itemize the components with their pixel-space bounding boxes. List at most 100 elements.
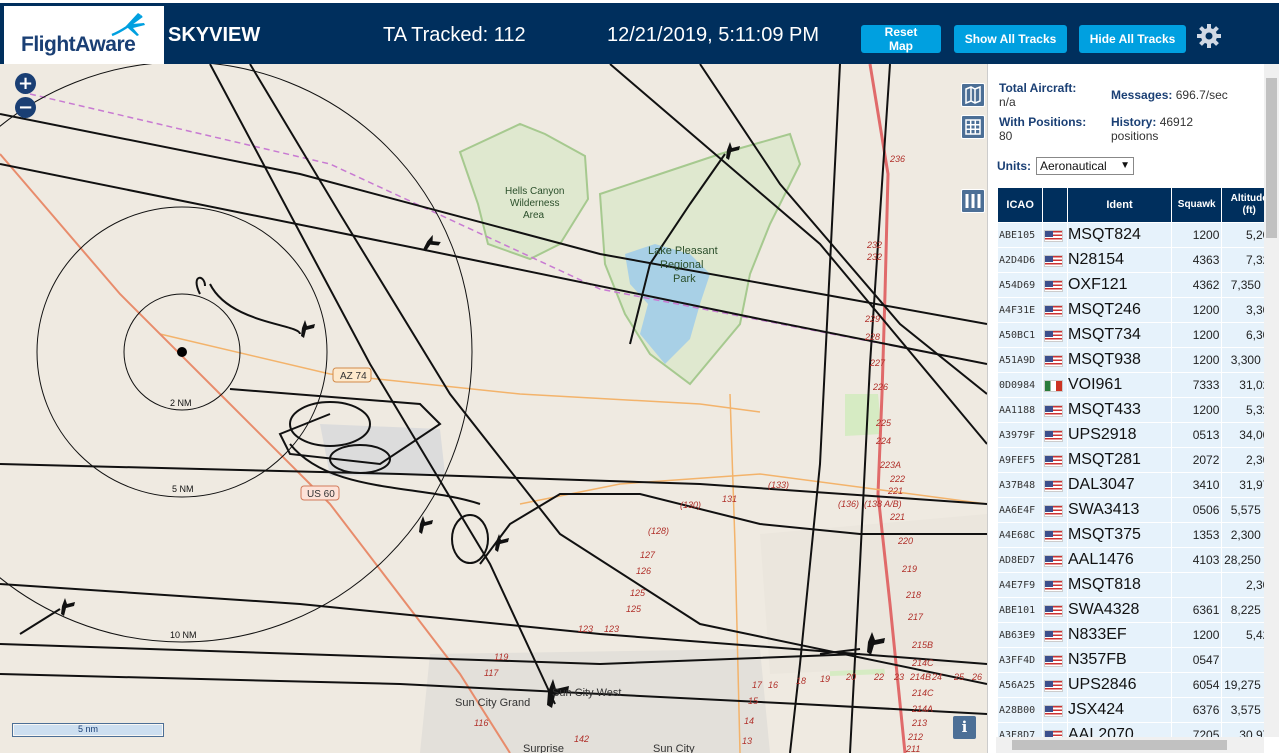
- aircraft-altitude: 34,000: [1222, 423, 1264, 447]
- table-row[interactable]: A9FEF5 MSQT28120722,300: [998, 448, 1264, 472]
- svg-text:214C: 214C: [911, 658, 934, 668]
- svg-text:212: 212: [907, 732, 923, 742]
- column-header-icao[interactable]: ICAO: [998, 188, 1043, 222]
- table-row[interactable]: A37B48 DAL3047341031,975: [998, 473, 1264, 497]
- aircraft-table-container[interactable]: ICAO Ident Squawk Altitude (ft) ABE105 MS…: [997, 187, 1264, 742]
- column-header-ident[interactable]: Ident: [1067, 188, 1171, 222]
- svg-text:(136): (136): [838, 499, 859, 509]
- table-row[interactable]: A4E68C MSQT37513532,300 ▼: [998, 523, 1264, 547]
- svg-text:17: 17: [752, 680, 763, 690]
- gear-icon[interactable]: [1196, 23, 1222, 49]
- table-row[interactable]: A28B00 JSX42463763,575 ▼: [998, 698, 1264, 722]
- vertical-scroll-thumb[interactable]: [1266, 78, 1277, 238]
- aircraft-altitude: 28,250 ▲: [1222, 548, 1264, 572]
- svg-text:(130): (130): [680, 500, 701, 510]
- show-all-tracks-button[interactable]: Show All Tracks: [954, 25, 1067, 53]
- total-aircraft-value: n/a: [999, 95, 1016, 109]
- country-flag-icon: [1043, 223, 1067, 247]
- aircraft-altitude: 2,300 ▼: [1222, 523, 1264, 547]
- us-flag-icon: [1044, 404, 1064, 417]
- place-label: Wilderness: [510, 198, 559, 209]
- aircraft-icon: [419, 516, 433, 534]
- us-flag-icon: [1044, 354, 1064, 367]
- table-row[interactable]: A3979F UPS2918051334,000: [998, 423, 1264, 447]
- range-label: 5 NM: [172, 484, 194, 494]
- table-row[interactable]: A3FF4D N357FB 0547: [998, 648, 1264, 672]
- svg-text:13: 13: [742, 736, 752, 746]
- table-row[interactable]: ABE105 MSQT82412005,200: [998, 223, 1264, 247]
- map-view[interactable]: Hells Canyon Wilderness Area Lake Pleasa…: [0, 64, 987, 753]
- aircraft-ident: JSX424: [1067, 698, 1171, 722]
- svg-text:223A: 223A: [879, 460, 901, 470]
- vertical-scrollbar[interactable]: [1264, 64, 1279, 737]
- aircraft-icon: [301, 320, 315, 338]
- table-row[interactable]: A2D4D6 N2815443637,325: [998, 248, 1264, 272]
- table-row[interactable]: A54D69 OXF12143627,350 ▲: [998, 273, 1264, 297]
- aircraft-icon: [495, 534, 509, 552]
- column-header-altitude[interactable]: Altitude (ft): [1222, 188, 1264, 222]
- table-row[interactable]: ABE101 SWA432863618,225 ▼: [998, 598, 1264, 622]
- info-button[interactable]: i: [953, 716, 976, 739]
- aircraft-altitude: 8,225 ▼: [1222, 598, 1264, 622]
- country-flag-icon: [1043, 298, 1067, 322]
- svg-text:214B: 214B: [909, 672, 931, 682]
- table-row[interactable]: A51A9D MSQT93812003,300 ▲: [998, 348, 1264, 372]
- range-label: 10 NM: [170, 630, 197, 640]
- aircraft-squawk: 4363: [1171, 248, 1222, 272]
- aircraft-ident: AAL1476: [1067, 548, 1171, 572]
- table-row[interactable]: AB63E9 N833EF12005,425: [998, 623, 1264, 647]
- table-row[interactable]: A50BC1 MSQT73412006,300: [998, 323, 1264, 347]
- aircraft-icao: AA6E4F: [998, 498, 1043, 522]
- svg-text:117: 117: [484, 668, 499, 678]
- table-row[interactable]: AD8ED7 AAL1476410328,250 ▲: [998, 548, 1264, 572]
- map-layers-button[interactable]: [961, 83, 985, 107]
- column-header-squawk[interactable]: Squawk: [1171, 188, 1222, 222]
- svg-text:232: 232: [866, 240, 882, 250]
- road-label: AZ 74: [340, 371, 367, 382]
- svg-text:127: 127: [640, 550, 656, 560]
- aircraft-icao: A28B00: [998, 698, 1043, 722]
- aircraft-squawk: 3410: [1171, 473, 1222, 497]
- table-row[interactable]: AA6E4F SWA341305065,575 ▼: [998, 498, 1264, 522]
- place-label: Regional: [660, 259, 703, 271]
- aircraft-ident: N28154: [1067, 248, 1171, 272]
- country-flag-icon: [1043, 423, 1067, 447]
- flightaware-logo[interactable]: FlightAware: [4, 6, 164, 64]
- svg-text:236: 236: [889, 154, 905, 164]
- map-canvas[interactable]: Hells Canyon Wilderness Area Lake Pleasa…: [0, 64, 987, 753]
- horizontal-scrollbar[interactable]: [996, 737, 1264, 753]
- table-row[interactable]: A4E7F9 MSQT818 2,300: [998, 573, 1264, 597]
- column-header-flag[interactable]: [1043, 188, 1067, 222]
- aircraft-altitude: 3,300 ▲: [1222, 348, 1264, 372]
- table-row[interactable]: 0D0984 VOI961733331,025: [998, 373, 1264, 397]
- svg-text:22: 22: [873, 672, 884, 682]
- country-flag-icon: [1043, 448, 1067, 472]
- zoom-in-button[interactable]: +: [15, 73, 36, 94]
- history-stat: History: 46912 positions: [1111, 115, 1261, 143]
- horizontal-scroll-thumb[interactable]: [1012, 740, 1227, 750]
- history-value: 46912: [1159, 115, 1194, 129]
- aircraft-icao: 0D0984: [998, 373, 1043, 397]
- svg-text:131: 131: [722, 494, 737, 504]
- svg-text:229: 229: [864, 314, 880, 324]
- table-row[interactable]: A56A25 UPS2846605419,275 ▼: [998, 673, 1264, 697]
- columns-toggle-button[interactable]: [961, 189, 985, 213]
- aircraft-altitude: 19,275 ▼: [1222, 673, 1264, 697]
- svg-text:217: 217: [907, 612, 924, 622]
- svg-text:232: 232: [866, 252, 882, 262]
- svg-text:116: 116: [474, 718, 488, 728]
- svg-text:214C: 214C: [911, 688, 934, 698]
- with-positions-stat: With Positions: 80: [999, 115, 1109, 143]
- hide-all-tracks-button[interactable]: Hide All Tracks: [1079, 25, 1186, 53]
- table-row[interactable]: AA1188 MSQT43312005,325: [998, 398, 1264, 422]
- grid-toggle-button[interactable]: [961, 115, 985, 139]
- place-label: Park: [673, 273, 696, 285]
- units-select[interactable]: Aeronautical ▼: [1036, 157, 1134, 175]
- zoom-out-button[interactable]: −: [15, 97, 36, 118]
- us-flag-icon: [1044, 279, 1064, 292]
- table-row[interactable]: A4F31E MSQT24612003,300: [998, 298, 1264, 322]
- svg-text:225: 225: [875, 418, 892, 428]
- aircraft-ident: N357FB: [1067, 648, 1171, 672]
- reset-map-button[interactable]: Reset Map: [861, 25, 941, 53]
- aircraft-icao: A2D4D6: [998, 248, 1043, 272]
